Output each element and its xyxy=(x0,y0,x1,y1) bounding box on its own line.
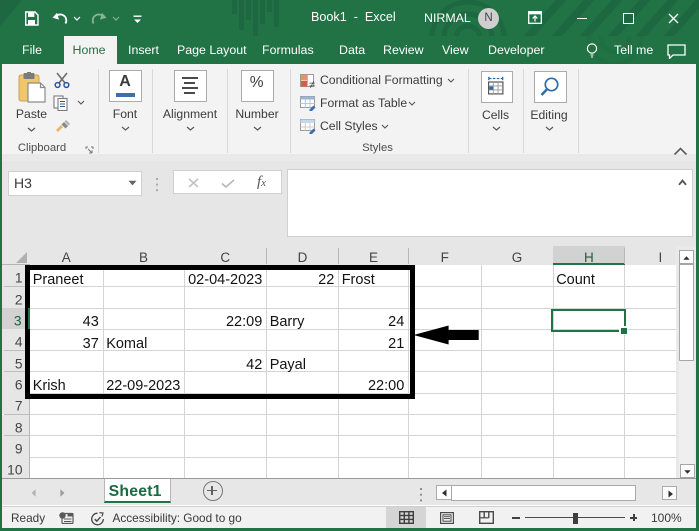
svg-text:≠: ≠ xyxy=(309,79,315,89)
